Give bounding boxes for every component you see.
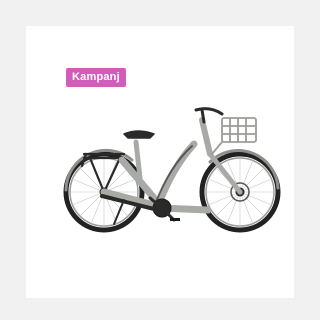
e-bike-icon[interactable] [62,98,284,246]
campaign-badge: Kampanj [66,68,126,87]
